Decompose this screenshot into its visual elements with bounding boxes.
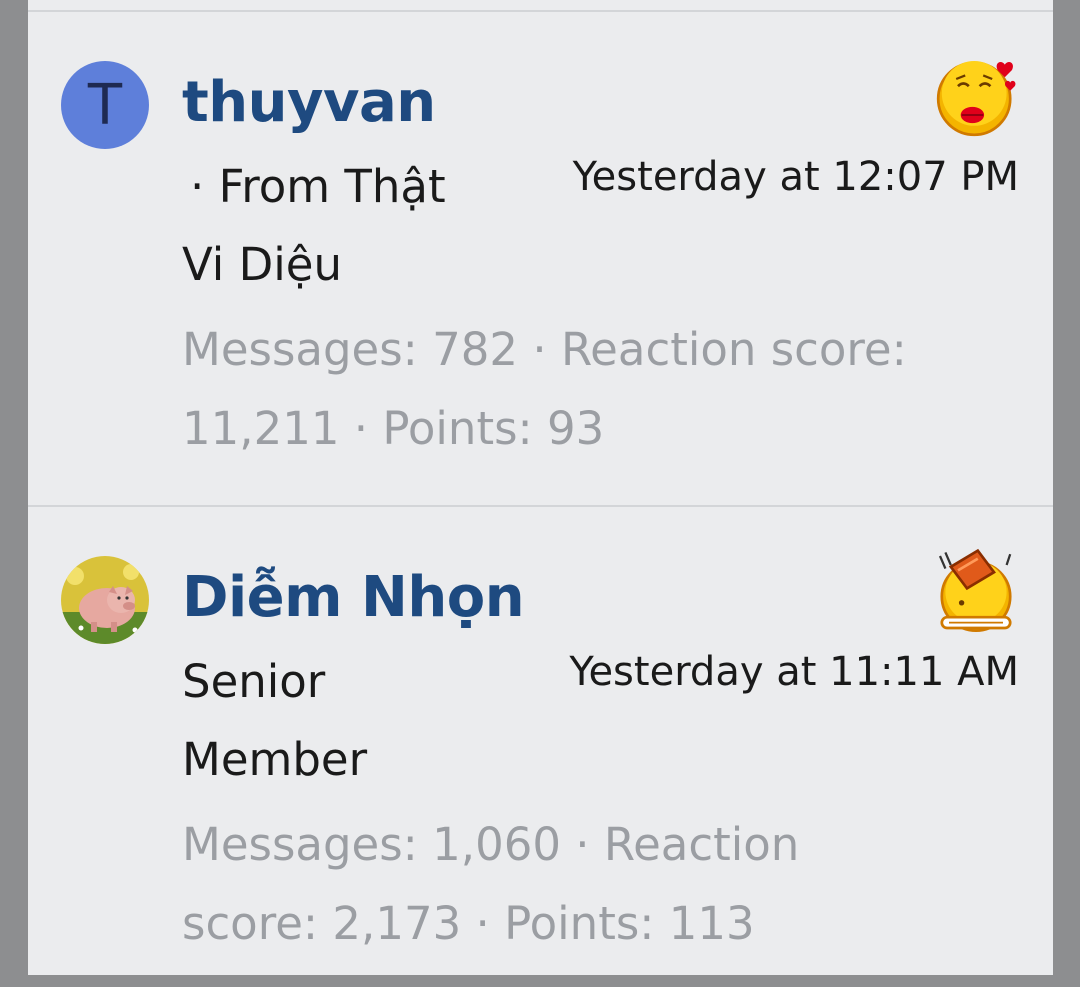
- user-stats: Messages: 1,060 · Reaction score: 2,173 …: [182, 805, 1012, 963]
- brick-hit-emoji-icon: [938, 548, 1012, 633]
- post-item: T thuyvan · From Thật Vi Diệu Yesterday …: [28, 12, 1053, 492]
- user-title-line: Senior: [182, 655, 326, 708]
- kiss-emoji-icon: [936, 61, 1016, 137]
- avatar[interactable]: T: [61, 61, 149, 149]
- pig-avatar[interactable]: [61, 556, 149, 644]
- stats-line: 11,211 · Points: 93: [182, 402, 605, 455]
- stats-line: score: 2,173 · Points: 113: [182, 897, 755, 950]
- user-stats: Messages: 782 · Reaction score: 11,211 ·…: [182, 310, 1012, 468]
- user-title: · From Thật Vi Diệu: [182, 148, 512, 304]
- username-link[interactable]: Diễm Nhọn: [182, 565, 525, 630]
- username-link[interactable]: thuyvan: [182, 70, 436, 135]
- post-timestamp[interactable]: Yesterday at 12:07 PM: [573, 154, 1019, 200]
- post-item: Diễm Nhọn Senior Member Yesterday at 11:…: [28, 507, 1053, 987]
- post-timestamp[interactable]: Yesterday at 11:11 AM: [569, 649, 1019, 695]
- user-title: Senior Member: [182, 643, 512, 799]
- stats-line: Messages: 1,060 · Reaction: [182, 818, 800, 871]
- avatar-letter: T: [87, 72, 123, 138]
- post-list: T thuyvan · From Thật Vi Diệu Yesterday …: [28, 0, 1053, 975]
- user-title-line: Vi Diệu: [182, 238, 342, 291]
- user-title-line: · From Thật: [190, 160, 446, 213]
- pig-avatar-image: [61, 556, 149, 644]
- stats-line: Messages: 782 · Reaction score:: [182, 323, 907, 376]
- user-title-line: Member: [182, 733, 368, 786]
